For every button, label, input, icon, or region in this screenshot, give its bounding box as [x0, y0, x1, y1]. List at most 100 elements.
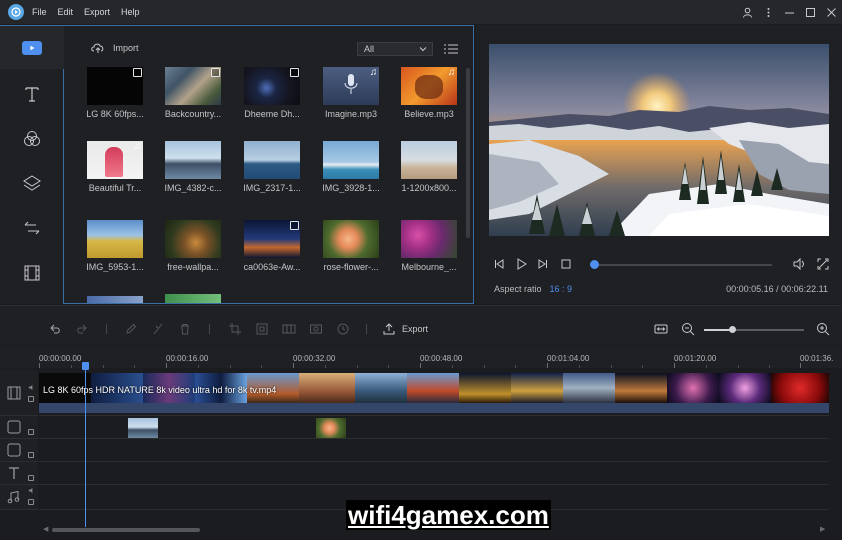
media-thumbnail-partial[interactable]	[87, 296, 143, 303]
mosaic-icon[interactable]	[282, 322, 296, 336]
menu-file[interactable]: File	[32, 7, 47, 17]
step-back-icon[interactable]	[492, 257, 506, 271]
undo-icon[interactable]	[48, 322, 62, 336]
media-item[interactable]: ♫ Believe.mp3	[401, 67, 459, 119]
media-item[interactable]: LG 8K 60fps...	[86, 67, 145, 119]
delete-icon[interactable]	[178, 322, 192, 336]
play-icon[interactable]	[514, 257, 528, 271]
zoom-out-icon[interactable]	[681, 322, 695, 336]
media-thumbnail-partial[interactable]	[165, 294, 221, 303]
timeline-video-clip[interactable]: LG 8K 60fps HDR NATURE 8k video ultra hd…	[39, 373, 829, 413]
rail-transitions[interactable]	[0, 206, 64, 250]
zoom-in-icon[interactable]	[816, 322, 830, 336]
minimize-icon[interactable]	[779, 0, 800, 24]
lock-icon[interactable]	[28, 475, 34, 481]
fit-timeline-icon[interactable]	[654, 322, 668, 336]
rail-overlays[interactable]	[0, 161, 64, 205]
scroll-right-icon[interactable]: ▶	[820, 525, 825, 533]
track-header-video	[0, 370, 38, 416]
toolbar-divider	[209, 324, 210, 334]
track-header-pip-1	[0, 416, 38, 439]
lock-icon[interactable]	[28, 429, 34, 435]
media-item[interactable]: rose-flower-...	[323, 220, 381, 272]
maximize-icon[interactable]	[800, 0, 821, 24]
media-scrollbar[interactable]	[466, 68, 470, 238]
video-badge-icon	[290, 68, 299, 77]
ruler-label: 00:00:16.00	[166, 354, 209, 363]
media-item-label: Imagine.mp3	[324, 109, 378, 119]
timeline-scrollbar[interactable]	[52, 528, 200, 532]
overlays-icon	[23, 175, 41, 191]
step-forward-icon[interactable]	[536, 257, 550, 271]
media-item[interactable]: 1-1200x800...	[401, 141, 459, 193]
media-item[interactable]: ca0063e-Aw...	[244, 220, 302, 272]
media-item[interactable]: free-wallpa...	[165, 220, 223, 272]
aspect-ratio-value[interactable]: 16 : 9	[550, 284, 573, 294]
media-item[interactable]: Backcountry...	[165, 67, 223, 119]
timeline-pip-clip[interactable]	[128, 418, 158, 438]
mute-icon[interactable]	[28, 487, 35, 494]
media-item[interactable]: Melbourne_...	[401, 220, 459, 272]
media-item[interactable]: ♫ Beautiful Tr...	[87, 141, 145, 193]
duration-icon[interactable]	[336, 322, 350, 336]
menu-export[interactable]: Export	[84, 7, 110, 17]
aspect-ratio[interactable]: Aspect ratio 16 : 9	[494, 284, 572, 294]
app-logo-icon	[8, 4, 24, 20]
lock-icon[interactable]	[28, 499, 34, 505]
rail-elements[interactable]	[0, 251, 64, 295]
preview-seek-knob[interactable]	[590, 260, 600, 269]
stop-icon[interactable]	[559, 257, 573, 271]
timeline-pip-clip[interactable]	[316, 418, 346, 438]
music-badge-icon: ♫	[447, 67, 456, 78]
crop-icon[interactable]	[228, 322, 242, 336]
media-item-label: Dheeme Dh...	[244, 109, 300, 119]
redo-icon[interactable]	[75, 322, 89, 336]
film-icon	[24, 265, 40, 281]
lock-icon[interactable]	[28, 452, 34, 458]
media-item-label: Backcountry...	[164, 109, 222, 119]
rail-media[interactable]	[0, 25, 64, 69]
media-item[interactable]: Dheeme Dh...	[244, 67, 302, 119]
timeline-ruler[interactable]: 00:00:00.00 00:00:16.00 00:00:32.00 00:0…	[0, 346, 842, 368]
media-item[interactable]: ♫ Imagine.mp3	[323, 67, 381, 119]
zoom-slider-fill	[704, 329, 732, 331]
rail-text[interactable]	[0, 72, 64, 116]
close-icon[interactable]	[821, 0, 842, 24]
ruler-label: 00:01:20.00	[674, 354, 717, 363]
zoom-slider-knob[interactable]	[728, 326, 736, 333]
chevron-down-icon	[419, 47, 427, 52]
media-item[interactable]: IMG_3928-1...	[322, 141, 381, 193]
lock-icon[interactable]	[28, 396, 34, 402]
import-icon	[91, 43, 104, 53]
fullscreen-icon[interactable]	[816, 257, 830, 271]
more-options-icon[interactable]	[758, 0, 779, 24]
rail-filters[interactable]	[0, 117, 64, 161]
import-button[interactable]: Import	[91, 42, 139, 54]
volume-icon[interactable]	[792, 257, 806, 271]
ruler-label: 00:01:36.	[800, 354, 834, 363]
list-view-icon[interactable]	[444, 43, 458, 55]
menu-edit[interactable]: Edit	[58, 7, 74, 17]
export-button[interactable]: Export	[382, 322, 428, 336]
scroll-left-icon[interactable]: ◀	[43, 525, 48, 533]
timeline-toolbar: Export	[0, 305, 842, 345]
media-item[interactable]: IMG_4382-c...	[164, 141, 223, 193]
media-item-label: 1-1200x800...	[401, 183, 457, 193]
menu-help[interactable]: Help	[121, 7, 140, 17]
media-item[interactable]: IMG_2317-1...	[243, 141, 302, 193]
preview-seek-track[interactable]	[592, 264, 772, 266]
mute-icon[interactable]	[28, 384, 35, 391]
ruler-label: 00:00:32.00	[293, 354, 336, 363]
pip-track-2[interactable]	[39, 439, 829, 462]
ruler-label: 00:00:48.00	[420, 354, 463, 363]
split-icon[interactable]	[151, 322, 165, 336]
text-track[interactable]	[39, 462, 829, 485]
edit-icon[interactable]	[124, 322, 138, 336]
account-icon[interactable]	[737, 0, 758, 24]
media-item[interactable]: IMG_5953-1...	[86, 220, 145, 272]
media-item-label: ca0063e-Aw...	[243, 262, 301, 272]
zoom-to-fit-icon[interactable]	[255, 322, 269, 336]
freeze-frame-icon[interactable]	[309, 322, 323, 336]
media-filter-select[interactable]: All	[357, 42, 433, 56]
media-thumbnail	[401, 220, 457, 258]
